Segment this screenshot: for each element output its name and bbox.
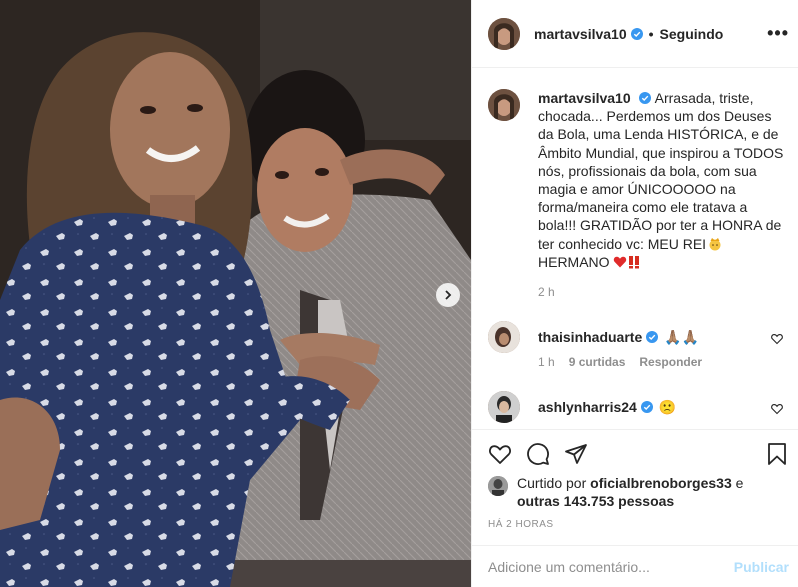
- post-time-ago[interactable]: HÁ 2 HORAS: [488, 519, 554, 530]
- liked-by-others[interactable]: outras 143.753 pessoas: [517, 493, 674, 509]
- verified-badge-icon: [638, 92, 651, 104]
- liker-avatar-image: [488, 476, 508, 496]
- heart-icon[interactable]: [771, 333, 783, 345]
- post-photo-image: [0, 0, 471, 587]
- verified-badge-icon: [646, 331, 659, 343]
- reply-button[interactable]: Responder: [639, 355, 702, 369]
- chevron-right-icon: [445, 290, 452, 300]
- commenter-avatar[interactable]: [488, 391, 520, 423]
- comment-likes[interactable]: 9 curtidas: [569, 355, 626, 369]
- liked-by-prefix: Curtido por: [517, 475, 587, 491]
- crowned-face-emoji-icon: [709, 237, 721, 251]
- next-photo-button[interactable]: [436, 283, 460, 307]
- commenter-username[interactable]: ashlynharris24: [538, 399, 637, 415]
- post-photo[interactable]: [0, 0, 471, 587]
- exclamation-emoji-icon: [629, 255, 640, 269]
- post-header: martavsilva10 • Seguindo •••: [472, 0, 798, 68]
- caption-timestamp: 2 h: [538, 285, 555, 299]
- caption-username[interactable]: martavsilva10: [538, 90, 631, 106]
- red-heart-emoji-icon: [614, 256, 627, 268]
- author-avatar[interactable]: [488, 17, 520, 50]
- comment-bubble-icon[interactable]: [526, 442, 550, 466]
- add-comment-bar: Publicar: [472, 545, 798, 587]
- comment-text: 🙁: [658, 398, 677, 415]
- caption-author-avatar[interactable]: [488, 89, 520, 121]
- liker-avatar[interactable]: [488, 476, 508, 496]
- comment-item: thaisinhaduarte 🙏🏽🙏🏽 1 h 9 curtidas Resp…: [488, 321, 783, 369]
- header-separator: •: [648, 25, 654, 42]
- comment-timestamp: 1 h: [538, 355, 555, 369]
- liked-by-conjunction: e: [735, 475, 744, 491]
- add-comment-input[interactable]: [488, 559, 728, 575]
- author-username[interactable]: martavsilva10: [534, 26, 627, 42]
- post-actions: Curtido por oficialbrenoborges33 e outra…: [472, 429, 798, 587]
- comments-section[interactable]: martavsilva10 Arrasada, triste, chocada..…: [472, 69, 798, 429]
- heart-icon[interactable]: [771, 403, 783, 415]
- liked-by-user[interactable]: oficialbrenoborges33: [590, 475, 732, 491]
- instagram-post-modal: martavsilva10 • Seguindo ••• martavsilva…: [0, 0, 798, 587]
- author-avatar-image: [488, 17, 520, 50]
- paper-plane-icon[interactable]: [564, 442, 588, 466]
- action-icons: [488, 442, 588, 466]
- commenter-avatar-image: [488, 391, 520, 423]
- heart-icon[interactable]: [488, 442, 512, 466]
- more-options-icon[interactable]: •••: [767, 23, 789, 44]
- bookmark-icon: [768, 443, 786, 465]
- comment-item: ashlynharris24 🙁: [488, 391, 783, 423]
- save-button[interactable]: [765, 442, 789, 466]
- caption-tail: HERMANO: [538, 253, 610, 270]
- commenter-avatar-image: [488, 321, 520, 353]
- comment-meta: 1 h 9 curtidas Responder: [538, 355, 702, 369]
- commenter-avatar[interactable]: [488, 321, 520, 353]
- caption-text: martavsilva10 Arrasada, triste, chocada..…: [538, 89, 788, 271]
- following-button[interactable]: Seguindo: [660, 26, 724, 42]
- likes-text: Curtido por oficialbrenoborges33 e outra…: [517, 474, 767, 510]
- caption-body: Arrasada, triste, chocada... Perdemos um…: [538, 90, 784, 252]
- verified-badge-icon: [630, 27, 643, 40]
- comment-text: 🙏🏽🙏🏽: [664, 328, 700, 345]
- caption-avatar-image: [488, 89, 520, 121]
- post-side-panel: martavsilva10 • Seguindo ••• martavsilva…: [471, 0, 798, 587]
- caption: martavsilva10 Arrasada, triste, chocada..…: [488, 89, 788, 271]
- likes-summary: Curtido por oficialbrenoborges33 e outra…: [488, 474, 767, 510]
- verified-badge-icon: [640, 401, 653, 413]
- commenter-username[interactable]: thaisinhaduarte: [538, 329, 642, 345]
- publish-button[interactable]: Publicar: [734, 559, 789, 575]
